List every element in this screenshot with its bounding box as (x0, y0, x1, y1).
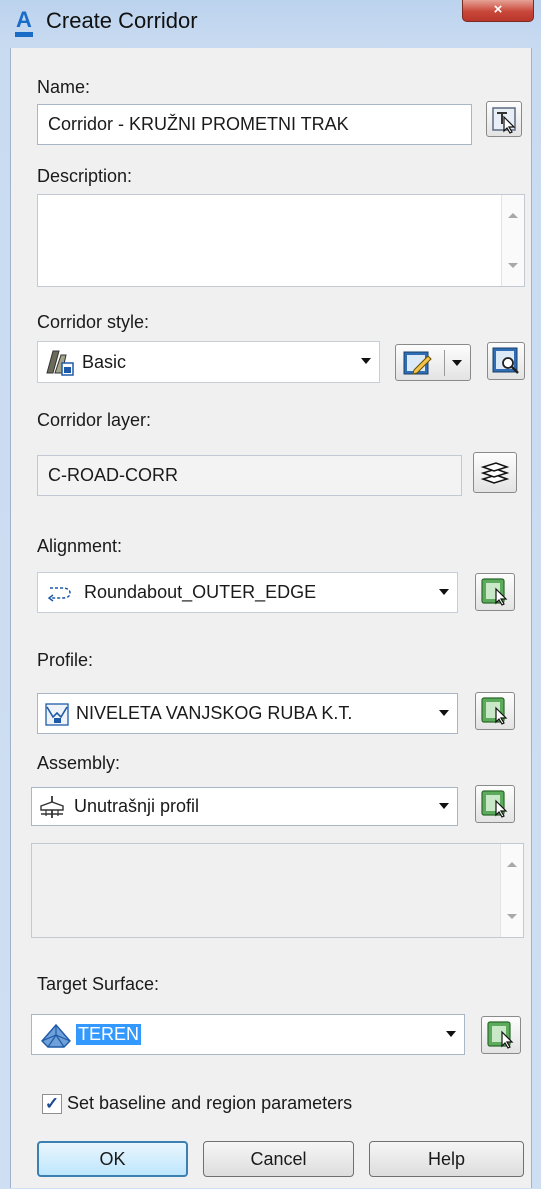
name-value: Corridor - KRUŽNI PROMETNI TRAK (48, 114, 349, 134)
layer-button[interactable] (473, 452, 517, 493)
assembly-scrollbar[interactable] (500, 844, 523, 937)
description-textarea[interactable] (37, 194, 525, 287)
target-surface-value: TEREN (76, 1024, 142, 1045)
assembly-label: Assembly: (37, 753, 121, 773)
close-button[interactable]: × (462, 0, 534, 22)
help-button[interactable]: Help (369, 1141, 524, 1177)
profile-select[interactable]: NIVELETA VANJSKOG RUBA K.T. (37, 693, 458, 734)
title-bar[interactable]: A Create Corridor × (0, 0, 541, 48)
edit-style-icon (403, 351, 432, 375)
chevron-down-icon[interactable] (446, 1030, 456, 1037)
cancel-button[interactable]: Cancel (203, 1141, 354, 1177)
pick-in-drawing-icon (481, 578, 508, 606)
assembly-description-textarea (31, 843, 524, 938)
alignment-label: Alignment: (37, 536, 123, 556)
corridor-layer-label: Corridor layer: (37, 410, 152, 430)
baseline-checkbox-label[interactable]: Set baseline and region parameters (67, 1093, 352, 1114)
preview-style-icon (492, 347, 519, 374)
corridor-layer-field: C-ROAD-CORR (37, 455, 462, 496)
assembly-value: Unutrašnji profil (74, 796, 200, 816)
alignment-value: Roundabout_OUTER_EDGE (84, 582, 317, 602)
pick-in-drawing-icon (481, 790, 508, 818)
chevron-down-icon[interactable] (439, 588, 449, 595)
chevron-down-icon[interactable] (439, 802, 449, 809)
pick-in-drawing-icon (487, 1021, 514, 1049)
corridor-style-icon (46, 350, 74, 376)
target-surface-select[interactable]: TEREN (31, 1014, 465, 1055)
layer-stack-icon (480, 462, 510, 484)
scroll-up-icon[interactable] (507, 862, 517, 867)
corridor-style-value: Basic (82, 351, 127, 372)
pick-from-drawing-icon (492, 107, 516, 134)
surface-icon (41, 1023, 71, 1048)
assembly-select[interactable]: Unutrašnji profil (31, 787, 458, 826)
scroll-up-icon[interactable] (508, 213, 518, 218)
pick-alignment-button[interactable] (475, 573, 515, 611)
target-surface-label: Target Surface: (37, 974, 160, 994)
pick-profile-button[interactable] (475, 692, 515, 730)
baseline-checkbox[interactable]: ✓ (42, 1094, 62, 1114)
assembly-icon (40, 795, 64, 818)
dialog-window: A Create Corridor × Name: Corridor - KRU… (0, 0, 541, 1189)
description-label: Description: (37, 166, 133, 186)
preview-style-button[interactable] (487, 342, 525, 380)
alignment-select[interactable]: Roundabout_OUTER_EDGE (37, 572, 458, 613)
ok-button[interactable]: OK (37, 1141, 188, 1177)
alignment-icon (48, 586, 71, 602)
pick-name-button[interactable] (486, 101, 522, 137)
pick-assembly-button[interactable] (475, 785, 515, 823)
corridor-layer-value: C-ROAD-CORR (48, 465, 178, 485)
scroll-down-icon[interactable] (508, 263, 518, 268)
scroll-down-icon[interactable] (507, 914, 517, 919)
profile-icon (45, 702, 69, 726)
corridor-style-select[interactable]: Basic (37, 341, 380, 383)
app-icon: A (12, 8, 36, 37)
chevron-down-icon[interactable] (361, 358, 371, 364)
description-scrollbar[interactable] (501, 195, 524, 286)
chevron-down-icon[interactable] (452, 360, 462, 366)
corridor-style-label: Corridor style: (37, 312, 150, 332)
profile-label: Profile: (37, 650, 94, 670)
edit-style-button[interactable] (395, 344, 471, 381)
chevron-down-icon[interactable] (439, 709, 449, 716)
name-input[interactable]: Corridor - KRUŽNI PROMETNI TRAK (37, 104, 472, 145)
pick-surface-button[interactable] (481, 1016, 521, 1054)
pick-in-drawing-icon (481, 697, 508, 725)
split-separator (444, 350, 445, 376)
profile-value: NIVELETA VANJSKOG RUBA K.T. (76, 703, 353, 723)
name-label: Name: (37, 77, 91, 97)
window-title: Create Corridor (46, 8, 198, 33)
